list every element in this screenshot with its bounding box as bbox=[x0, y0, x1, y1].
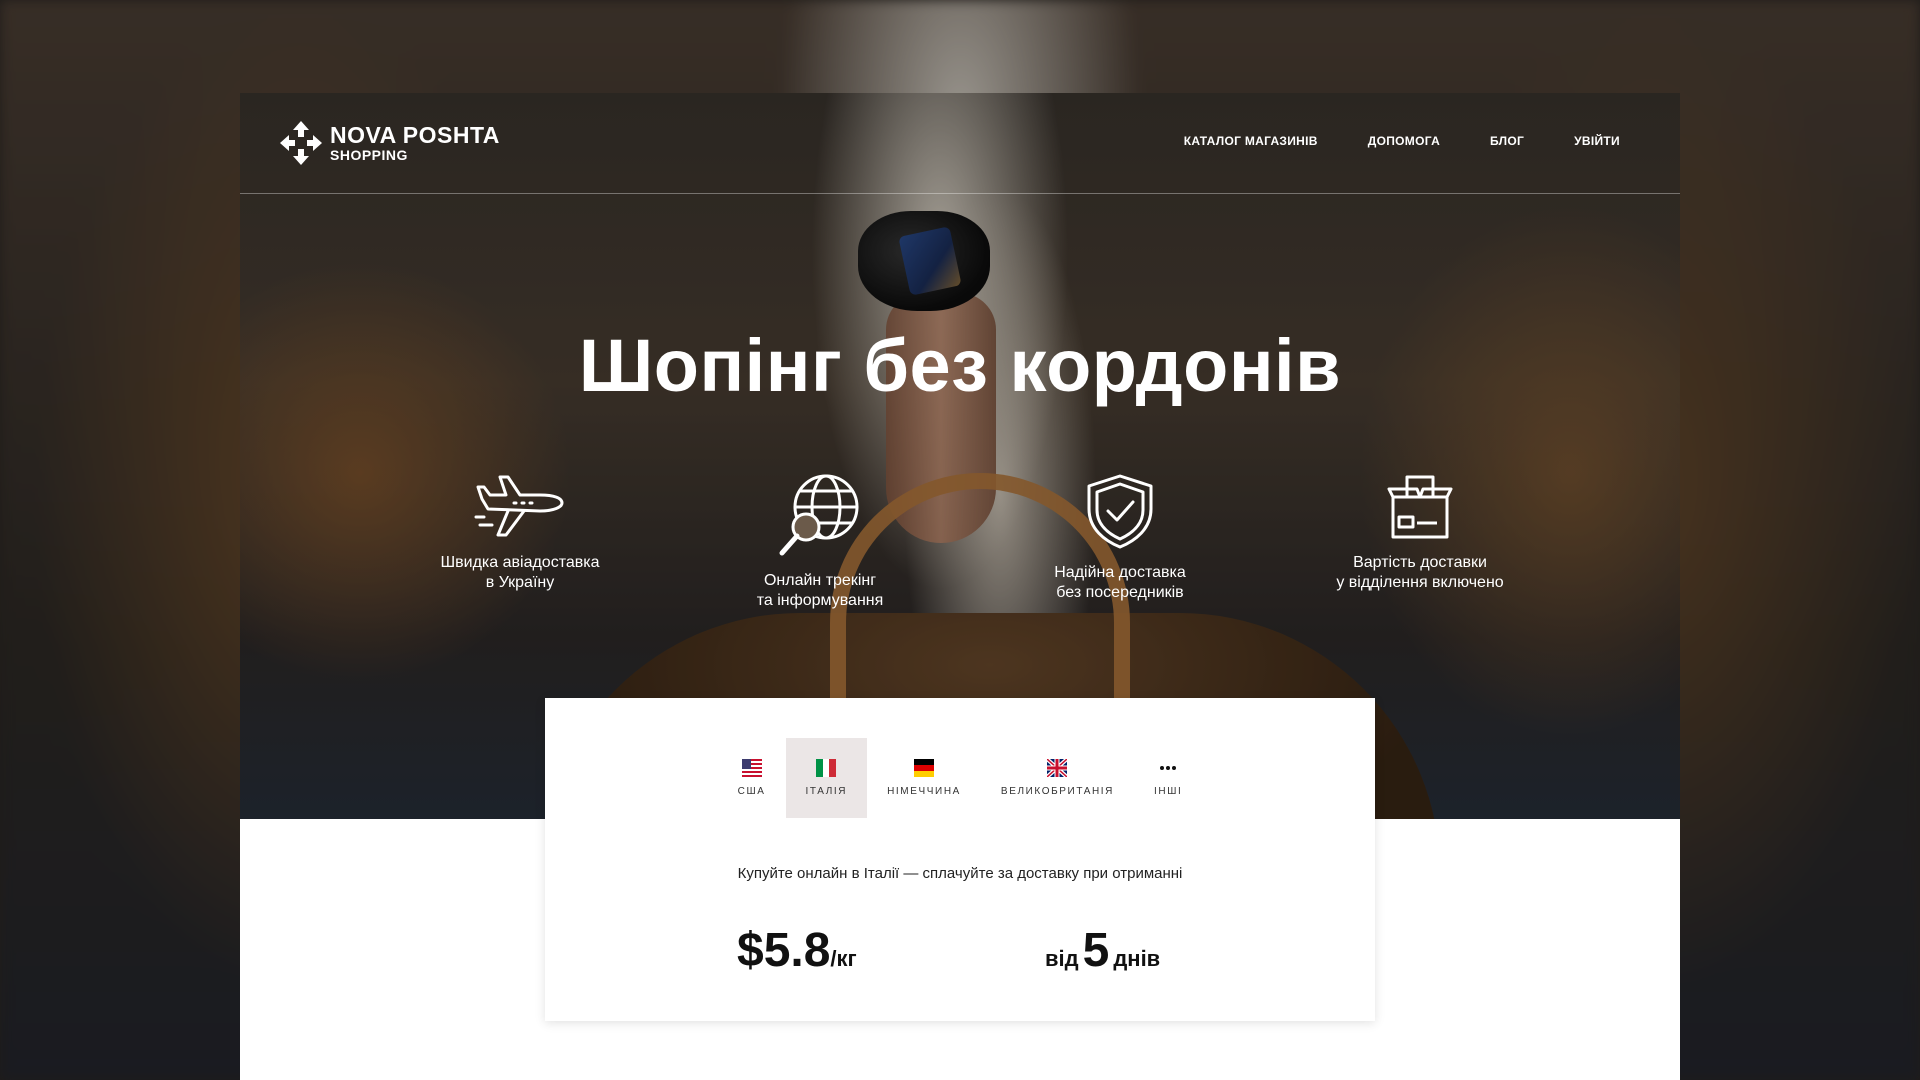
price-value: $5.8 bbox=[737, 924, 831, 977]
tab-usa[interactable]: США bbox=[718, 738, 786, 818]
nova-poshta-arrows-icon bbox=[280, 121, 322, 165]
tab-label: НІМЕЧЧИНА bbox=[887, 786, 961, 797]
feature-label: у відділення включено bbox=[1336, 574, 1504, 591]
package-icon bbox=[1387, 475, 1453, 539]
feature-online-tracking: Онлайн трекінг та інформування bbox=[710, 473, 930, 611]
tab-great-britain[interactable]: ВЕЛИКОБРИТАНІЯ bbox=[981, 738, 1134, 818]
hero-title: Шопінг без кордонів bbox=[578, 324, 1342, 407]
tab-italy[interactable]: ІТАЛІЯ bbox=[785, 738, 868, 818]
days-number: 5 bbox=[1082, 924, 1110, 977]
brand-subtitle: SHOPPING bbox=[330, 147, 408, 163]
offer-description: Купуйте онлайн в Італії — сплачуйте за д… bbox=[737, 865, 1183, 882]
feature-label: Онлайн трекінг bbox=[763, 572, 877, 589]
airplane-icon bbox=[474, 475, 564, 537]
brand-name: NOVA POSHTA bbox=[330, 122, 500, 148]
us-flag-icon bbox=[741, 759, 762, 777]
country-offer-card: США ІТАЛІЯ НІМЕЧЧИНА ВЕЛИКОБРИТАНІЯ ІНШІ… bbox=[545, 698, 1375, 1021]
nav-store-catalog[interactable]: КАТАЛОГ МАГАЗИНІВ bbox=[1184, 134, 1318, 148]
more-dots-icon bbox=[1160, 766, 1177, 770]
feature-label: та інформування bbox=[756, 592, 884, 609]
features-row: Швидка авіадоставка в Україну Онлайн тре… bbox=[240, 473, 1680, 613]
tab-germany[interactable]: НІМЕЧЧИНА bbox=[867, 738, 981, 818]
feature-label: Вартість доставки bbox=[1353, 554, 1487, 571]
days-suffix: днів bbox=[1113, 946, 1161, 971]
nav-help[interactable]: ДОПОМОГА bbox=[1368, 134, 1440, 148]
website-frame: NOVA POSHTA SHOPPING КАТАЛОГ МАГАЗИНІВ Д… bbox=[240, 93, 1680, 1080]
days-prefix: від bbox=[1045, 946, 1079, 971]
site-header: NOVA POSHTA SHOPPING КАТАЛОГ МАГАЗИНІВ Д… bbox=[240, 93, 1680, 194]
price-unit: /кг bbox=[830, 946, 857, 971]
tab-label: ІТАЛІЯ bbox=[805, 786, 848, 797]
germany-flag-icon bbox=[914, 759, 935, 777]
feature-label: в Україну bbox=[485, 574, 555, 591]
tab-label: США bbox=[737, 786, 766, 797]
delivery-days: від5 днів bbox=[1045, 923, 1160, 978]
feature-label: Швидка авіадоставка bbox=[440, 554, 600, 571]
nav-login[interactable]: УВІЙТИ bbox=[1574, 134, 1620, 148]
shield-check-icon bbox=[1087, 474, 1153, 549]
italy-flag-icon bbox=[816, 759, 837, 777]
main-nav: КАТАЛОГ МАГАЗИНІВ ДОПОМОГА БЛОГ УВІЙТИ bbox=[1184, 134, 1620, 148]
tab-others[interactable]: ІНШІ bbox=[1134, 738, 1202, 818]
uk-flag-icon bbox=[1047, 759, 1068, 777]
brand-logo[interactable]: NOVA POSHTA SHOPPING bbox=[280, 121, 500, 165]
country-tabs: США ІТАЛІЯ НІМЕЧЧИНА ВЕЛИКОБРИТАНІЯ ІНШІ bbox=[545, 738, 1375, 818]
globe-search-icon bbox=[779, 474, 859, 556]
nav-blog[interactable]: БЛОГ bbox=[1490, 134, 1524, 148]
price-per-kg: $5.8/кг bbox=[737, 923, 857, 978]
feature-label: без посередників bbox=[1056, 584, 1184, 601]
feature-reliable-delivery: Надійна доставка без посередників bbox=[1010, 473, 1230, 603]
feature-delivery-cost: Вартість доставки у відділення включено bbox=[1310, 473, 1530, 593]
feature-label: Надійна доставка bbox=[1054, 564, 1186, 581]
tab-label: ВЕЛИКОБРИТАНІЯ bbox=[1000, 786, 1114, 797]
tab-label: ІНШІ bbox=[1154, 786, 1183, 797]
feature-air-delivery: Швидка авіадоставка в Україну bbox=[410, 473, 630, 593]
